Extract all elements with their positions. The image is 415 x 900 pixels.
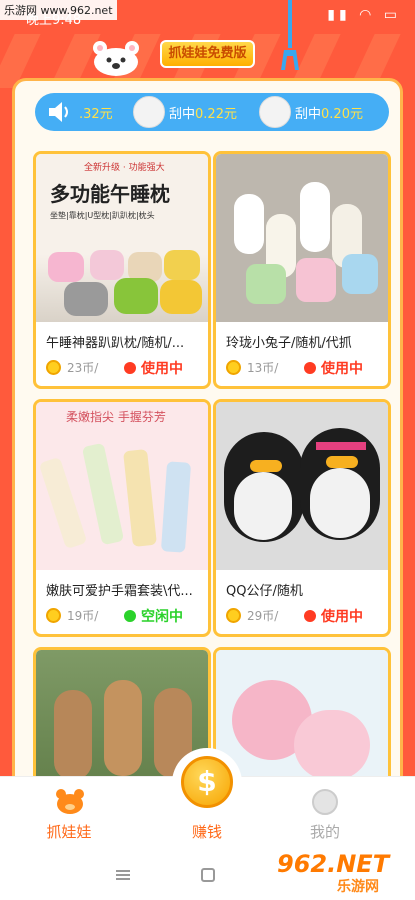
- status-badge: 使用中: [304, 358, 363, 378]
- product-card[interactable]: QQ公仔/随机 29币/ 使用中: [213, 399, 391, 637]
- dollar-coin-icon: $: [181, 756, 233, 808]
- product-name: 午睡神器趴趴枕/随机/...: [46, 336, 185, 351]
- product-price: 23币/: [46, 359, 98, 376]
- coin-icon: [46, 360, 61, 375]
- tab-claw-doll[interactable]: 抓娃娃: [0, 777, 138, 851]
- product-card[interactable]: 全新升级 · 功能强大 多功能午睡枕 坐垫|靠枕|U型枕|趴趴枕|枕头 午睡神器…: [33, 151, 211, 389]
- product-price: 29币/: [226, 607, 278, 624]
- product-name: 嫩肤可爱护手霜套装\代...: [46, 584, 193, 599]
- bear-icon: [56, 789, 84, 814]
- product-price: 19币/: [46, 607, 98, 624]
- profile-icon: [312, 789, 338, 815]
- ticker-item: 刮中0.22元: [169, 107, 237, 122]
- product-card[interactable]: 柔嫩指尖 手握芬芳 嫩肤可爱护手霜套装\代... 19币/ 空闲中: [33, 399, 211, 637]
- bear-mascot-icon: [93, 41, 139, 76]
- avatar: [133, 96, 165, 128]
- product-price: 13币/: [226, 359, 278, 376]
- status-badge: 使用中: [124, 358, 183, 378]
- product-card[interactable]: 玲珑小兔子/随机/代抓 13币/ 使用中: [213, 151, 391, 389]
- menu-icon[interactable]: [116, 870, 130, 880]
- coin-icon: [226, 608, 241, 623]
- page-title: 抓娃娃免费版: [160, 40, 255, 68]
- system-nav-bar: 962.NET 乐游网: [0, 850, 415, 900]
- tab-label: 我的: [309, 823, 340, 841]
- tab-label: 抓娃娃: [46, 823, 92, 841]
- signal-wifi-battery-icon: ▮▮ ◠ ▭: [327, 7, 401, 23]
- coin-icon: [46, 608, 61, 623]
- winner-ticker: .32元 刮中0.22元 刮中0.20元: [35, 93, 389, 131]
- watermark-top: 乐游网 www.962.net: [0, 0, 117, 20]
- home-icon[interactable]: [201, 868, 215, 882]
- status-badge: 使用中: [304, 606, 363, 626]
- watermark-logo: 962.NET 乐游网: [277, 850, 390, 895]
- product-image: 柔嫩指尖 手握芬芳: [36, 402, 208, 570]
- coin-icon: [226, 360, 241, 375]
- ticker-item: .32元: [79, 107, 113, 122]
- product-name: 玲珑小兔子/随机/代抓: [226, 336, 352, 351]
- product-image: [216, 402, 388, 570]
- status-badge: 空闲中: [124, 606, 183, 626]
- speaker-icon: [49, 102, 68, 122]
- earn-button[interactable]: $: [172, 748, 242, 818]
- product-image: [216, 154, 388, 322]
- avatar: [259, 96, 291, 128]
- product-name: QQ公仔/随机: [226, 584, 303, 599]
- product-image: 全新升级 · 功能强大 多功能午睡枕 坐垫|靠枕|U型枕|趴趴枕|枕头: [36, 154, 208, 322]
- claw-machine-icon: [281, 0, 299, 70]
- ticker-item: 刮中0.20元: [295, 107, 363, 122]
- tab-mine[interactable]: 我的: [256, 777, 394, 851]
- product-panel: .32元 刮中0.22元 刮中0.20元 全新升级 · 功能强大 多功能午睡枕 …: [12, 78, 403, 838]
